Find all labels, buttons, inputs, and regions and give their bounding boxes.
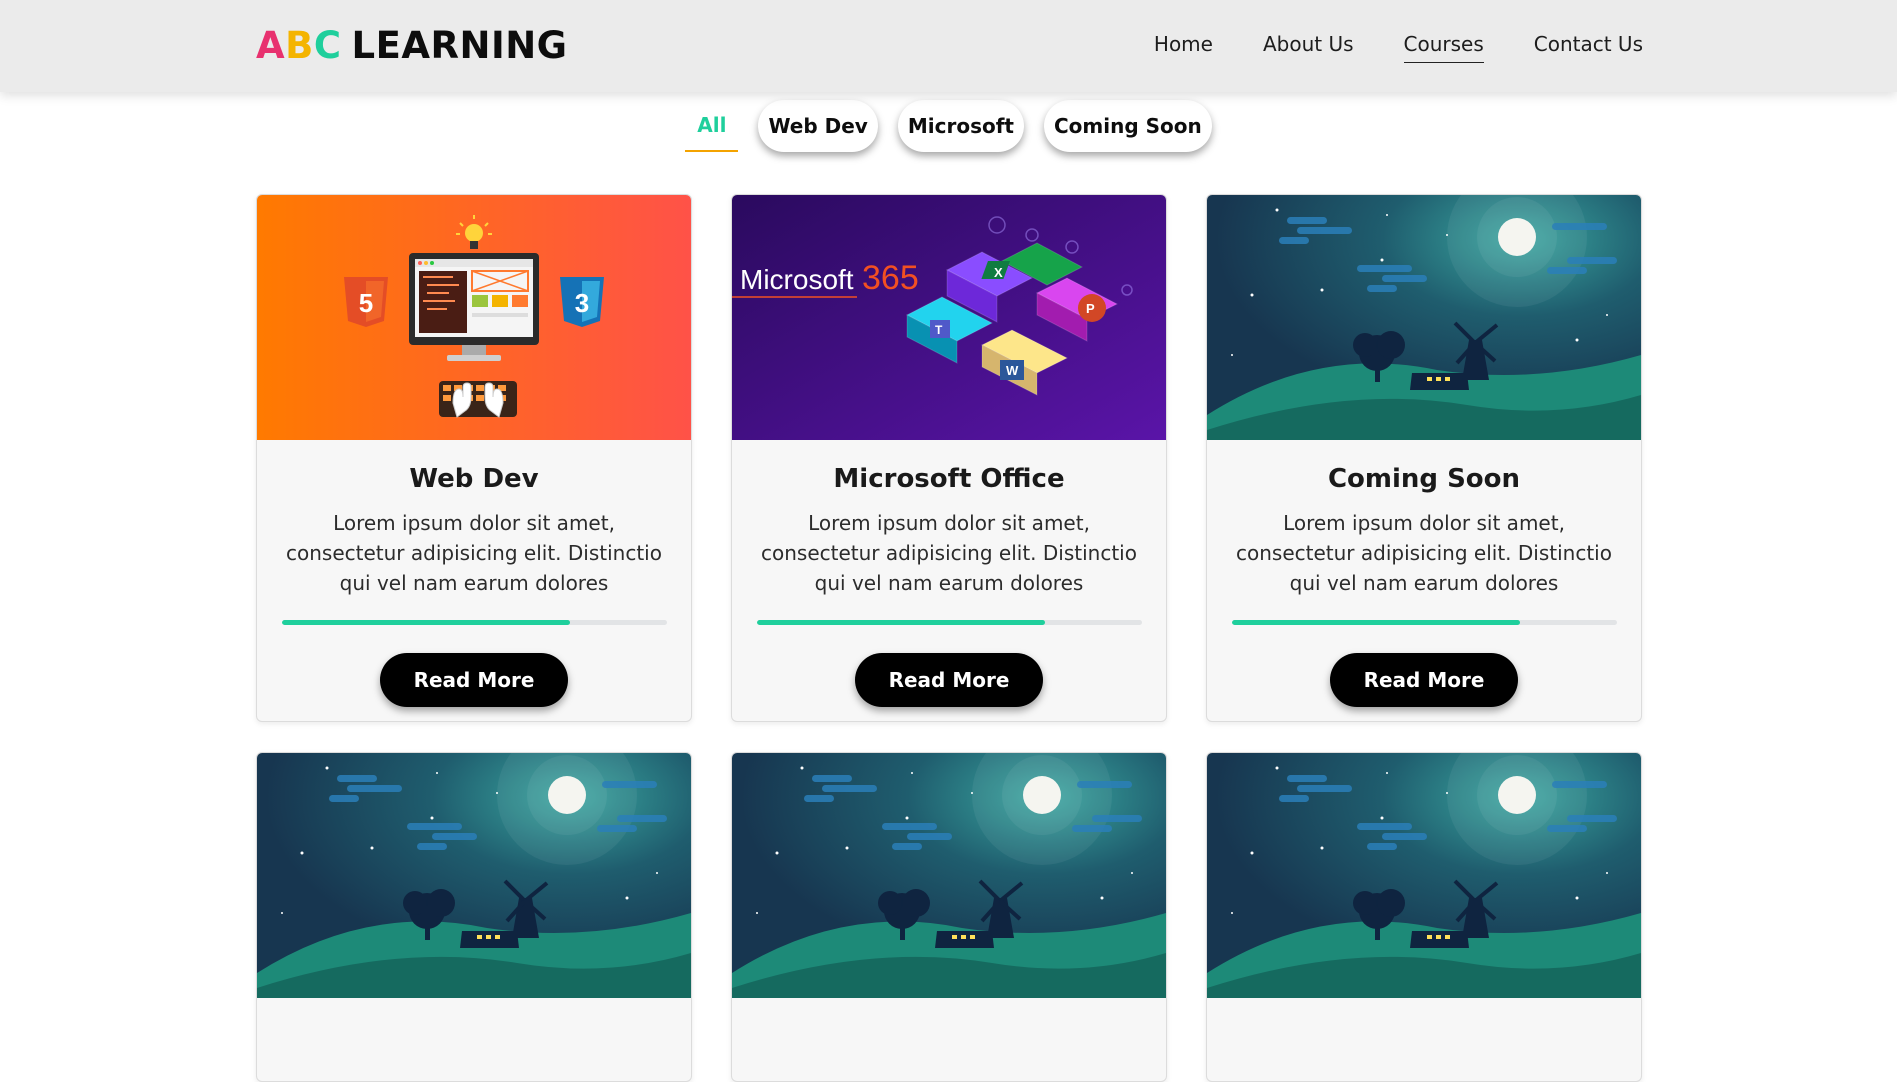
html5-icon: 5 [344,277,388,327]
course-filter-bar: All Web Dev Microsoft Coming Soon [0,100,1897,152]
nav-about-us[interactable]: About Us [1263,32,1354,63]
filter-web-dev[interactable]: Web Dev [758,100,878,152]
progress-fill [756,620,1046,625]
svg-text:T: T [935,323,943,337]
card-title: Microsoft Office [833,464,1065,494]
course-card [256,752,692,1082]
read-more-button[interactable]: Read More [380,653,568,707]
course-card-coming-soon: Coming Soon Lorem ipsum dolor sit amet, … [1206,194,1642,722]
filter-all[interactable]: All [685,100,739,152]
progress-bar [281,620,667,625]
logo-letter-b: B [285,24,314,67]
ms-image-number: 365 [862,259,919,297]
svg-text:W: W [1006,363,1019,378]
brand-logo[interactable]: ABC LEARNING [256,24,568,67]
course-card [1206,752,1642,1082]
svg-text:3: 3 [575,288,589,318]
course-card-web-dev: 5 3 Web Dev Lorem ipsum dolor sit amet, … [256,194,692,722]
course-card [731,752,1167,1082]
filter-coming-soon[interactable]: Coming Soon [1043,100,1212,152]
web-dev-illustration: 5 3 [257,195,691,440]
filter-microsoft[interactable]: Microsoft [897,100,1024,152]
main-nav: Home About Us Courses Contact Us [1154,32,1643,63]
logo-text: LEARNING [351,24,568,67]
read-more-button[interactable]: Read More [1330,653,1518,707]
site-header: ABC LEARNING Home About Us Courses Contac… [0,0,1897,92]
card-description: Lorem ipsum dolor sit amet, consectetur … [761,511,1137,595]
progress-fill [1231,620,1521,625]
card-title: Web Dev [409,464,539,494]
microsoft-365-illustration: Microsoft 365 X P W T [732,195,1166,440]
read-more-button[interactable]: Read More [855,653,1043,707]
progress-fill [281,620,571,625]
logo-letter-a: A [256,24,286,67]
svg-text:P: P [1086,301,1095,316]
css3-icon: 3 [560,277,604,327]
night-windmill-illustration [732,753,1166,998]
night-windmill-illustration [257,753,691,998]
svg-text:5: 5 [359,288,373,318]
night-windmill-illustration [1207,195,1641,440]
svg-text:X: X [994,265,1003,280]
logo-letter-c: C [313,24,342,67]
progress-bar [1231,620,1617,625]
card-description: Lorem ipsum dolor sit amet, consectetur … [286,511,662,595]
course-card-microsoft-office: Microsoft 365 X P W T Microsoft Office L… [731,194,1167,722]
nav-home[interactable]: Home [1154,32,1213,63]
nav-courses[interactable]: Courses [1403,32,1484,63]
card-description: Lorem ipsum dolor sit amet, consectetur … [1236,511,1612,595]
nav-contact-us[interactable]: Contact Us [1534,32,1643,63]
progress-bar [756,620,1142,625]
card-title: Coming Soon [1327,464,1521,494]
night-windmill-illustration [1207,753,1641,998]
ms-image-brand: Microsoft [740,264,854,295]
